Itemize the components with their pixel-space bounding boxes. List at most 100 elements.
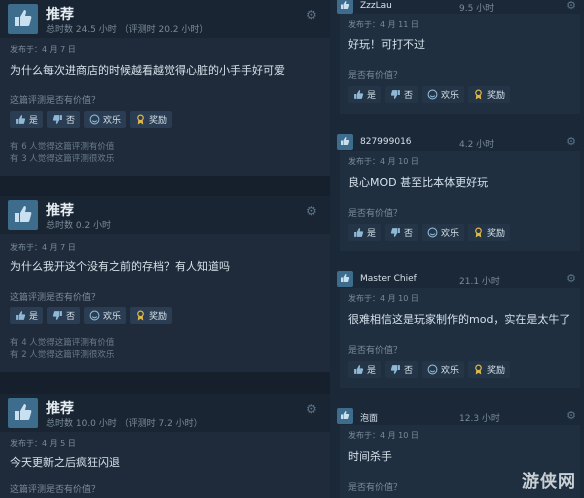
- helpful-question: 这篇评测是否有价值？: [10, 485, 101, 495]
- settings-icon[interactable]: ⚙: [566, 272, 576, 285]
- vote-yes-button[interactable]: 是: [348, 361, 382, 378]
- thumbs-up-icon: [337, 0, 353, 14]
- review-card: 推荐 总时数 10.0 小时 （评测时 7.2 小时） ⚙ 发布于：4 月 5 …: [0, 394, 330, 498]
- vote-funny-label: 欢乐: [103, 312, 122, 322]
- vote-yes-button[interactable]: 是: [10, 111, 44, 128]
- username[interactable]: ZzzLau: [360, 1, 392, 11]
- smile-icon: [427, 89, 438, 100]
- review-header: 推荐 总时数 24.5 小时 （评测时 20.2 小时） ⚙: [0, 0, 330, 38]
- award-icon: [135, 114, 146, 125]
- vote-no-button[interactable]: 否: [47, 307, 81, 324]
- vote-yes-label: 是: [29, 116, 39, 126]
- funny-count: 有 3 人觉得这篇评测很欢乐: [10, 154, 115, 164]
- award-label: 奖励: [149, 116, 168, 126]
- helpful-question: 是否有价值？: [348, 346, 403, 356]
- vote-no-button[interactable]: 否: [385, 224, 419, 241]
- award-icon: [473, 227, 484, 238]
- vote-funny-button[interactable]: 欢乐: [84, 307, 127, 324]
- thumbs-up-icon: [8, 200, 38, 230]
- playtime-text: 总时数 0.2 小时: [46, 221, 112, 231]
- vote-no-button[interactable]: 否: [385, 361, 419, 378]
- thumbs-down-icon: [52, 310, 63, 321]
- award-button[interactable]: 奖励: [468, 86, 511, 103]
- settings-icon[interactable]: ⚙: [306, 204, 320, 218]
- thumbs-up-icon: [8, 398, 38, 428]
- award-icon: [473, 364, 484, 375]
- recommend-label: 推荐: [46, 7, 74, 23]
- posted-date: 发布于：4 月 10 日: [348, 294, 419, 303]
- vote-yes-button[interactable]: 是: [348, 224, 382, 241]
- username[interactable]: Master Chief: [360, 274, 417, 284]
- review-header: 推荐 总时数 10.0 小时 （评测时 7.2 小时） ⚙: [0, 394, 330, 432]
- vote-funny-button[interactable]: 欢乐: [422, 361, 465, 378]
- vote-yes-button[interactable]: 是: [348, 86, 382, 103]
- review-text: 为什么我开这个没有之前的存档？有人知道吗: [10, 260, 230, 273]
- comment-header: 泡面 12.3 小时 ⚙: [336, 408, 582, 424]
- comment-text: 很难相信这是玩家制作的mod，实在是太牛了: [348, 313, 571, 326]
- vote-no-button[interactable]: 否: [385, 86, 419, 103]
- playtime-text: 9.5 小时: [459, 4, 495, 14]
- comment-header: 827999016 4.2 小时 ⚙: [336, 134, 582, 150]
- vote-buttons: 是 否 欢乐 奖励: [348, 224, 511, 241]
- helpful-count: 有 6 人觉得这篇评测有价值: [10, 142, 115, 152]
- thumbs-up-icon: [15, 114, 26, 125]
- award-button[interactable]: 奖励: [468, 224, 511, 241]
- vote-no-label: 否: [404, 91, 414, 101]
- settings-icon[interactable]: ⚙: [566, 0, 576, 12]
- vote-buttons: 是 否 欢乐 奖励: [348, 86, 511, 103]
- settings-icon[interactable]: ⚙: [566, 409, 576, 422]
- helpful-question: 是否有价值？: [348, 209, 403, 219]
- posted-date: 发布于：4 月 7 日: [10, 45, 76, 54]
- vote-funny-button[interactable]: 欢乐: [422, 224, 465, 241]
- playtime-text: 总时数 24.5 小时 （评测时 20.2 小时）: [46, 25, 209, 35]
- smile-icon: [427, 364, 438, 375]
- username[interactable]: 827999016: [360, 137, 412, 147]
- vote-no-label: 否: [404, 366, 414, 376]
- comment-body: 发布于：4 月 10 日 良心MOD 甚至比本体更好玩 是否有价值？ 是 否 欢…: [340, 151, 580, 251]
- comment-body: 发布于：4 月 11 日 好玩！可打不过 是否有价值？ 是 否 欢乐 奖励: [340, 14, 580, 114]
- comment-header: Master Chief 21.1 小时 ⚙: [336, 271, 582, 287]
- vote-funny-label: 欢乐: [441, 229, 460, 239]
- posted-date: 发布于：4 月 10 日: [348, 157, 419, 166]
- username[interactable]: 泡面: [360, 411, 378, 424]
- comment-text: 时间杀手: [348, 450, 392, 463]
- vote-yes-label: 是: [29, 312, 39, 322]
- settings-icon[interactable]: ⚙: [306, 402, 320, 416]
- award-label: 奖励: [149, 312, 168, 322]
- thumbs-up-icon: [337, 134, 353, 150]
- award-button[interactable]: 奖励: [130, 111, 173, 128]
- recommend-label: 推荐: [46, 401, 74, 417]
- posted-date: 发布于：4 月 5 日: [10, 439, 76, 448]
- settings-icon[interactable]: ⚙: [306, 8, 320, 22]
- smile-icon: [89, 310, 100, 321]
- award-button[interactable]: 奖励: [130, 307, 173, 324]
- award-icon: [135, 310, 146, 321]
- award-label: 奖励: [487, 229, 506, 239]
- comment-card: ZzzLau 9.5 小时 ⚙ 发布于：4 月 11 日 好玩！可打不过 是否有…: [336, 0, 582, 116]
- playtime-text: 4.2 小时: [459, 140, 495, 150]
- thumbs-up-icon: [337, 408, 353, 424]
- vote-no-button[interactable]: 否: [47, 111, 81, 128]
- thumbs-up-icon: [353, 227, 364, 238]
- thumbs-down-icon: [390, 227, 401, 238]
- vote-funny-button[interactable]: 欢乐: [422, 86, 465, 103]
- vote-buttons: 是 否 欢乐 奖励: [10, 307, 173, 324]
- vote-yes-button[interactable]: 是: [10, 307, 44, 324]
- playtime-text: 21.1 小时: [459, 277, 500, 287]
- settings-icon[interactable]: ⚙: [566, 135, 576, 148]
- comment-text: 好玩！可打不过: [348, 38, 425, 51]
- vote-funny-button[interactable]: 欢乐: [84, 111, 127, 128]
- review-card: 推荐 总时数 0.2 小时 ⚙ 发布于：4 月 7 日 为什么我开这个没有之前的…: [0, 196, 330, 372]
- posted-date: 发布于：4 月 7 日: [10, 243, 76, 252]
- helpful-question: 是否有价值？: [348, 71, 403, 81]
- playtime-text: 总时数 10.0 小时 （评测时 7.2 小时）: [46, 419, 203, 429]
- comment-card: Master Chief 21.1 小时 ⚙ 发布于：4 月 10 日 很难相信…: [336, 271, 582, 389]
- award-label: 奖励: [487, 366, 506, 376]
- review-header: 推荐 总时数 0.2 小时 ⚙: [0, 196, 330, 234]
- posted-date: 发布于：4 月 11 日: [348, 20, 419, 29]
- vote-buttons: 是 否 欢乐 奖励: [10, 111, 173, 128]
- comment-card: 827999016 4.2 小时 ⚙ 发布于：4 月 10 日 良心MOD 甚至…: [336, 134, 582, 252]
- helpful-question: 这篇评测是否有价值？: [10, 96, 101, 106]
- award-button[interactable]: 奖励: [468, 361, 511, 378]
- vote-no-label: 否: [66, 116, 76, 126]
